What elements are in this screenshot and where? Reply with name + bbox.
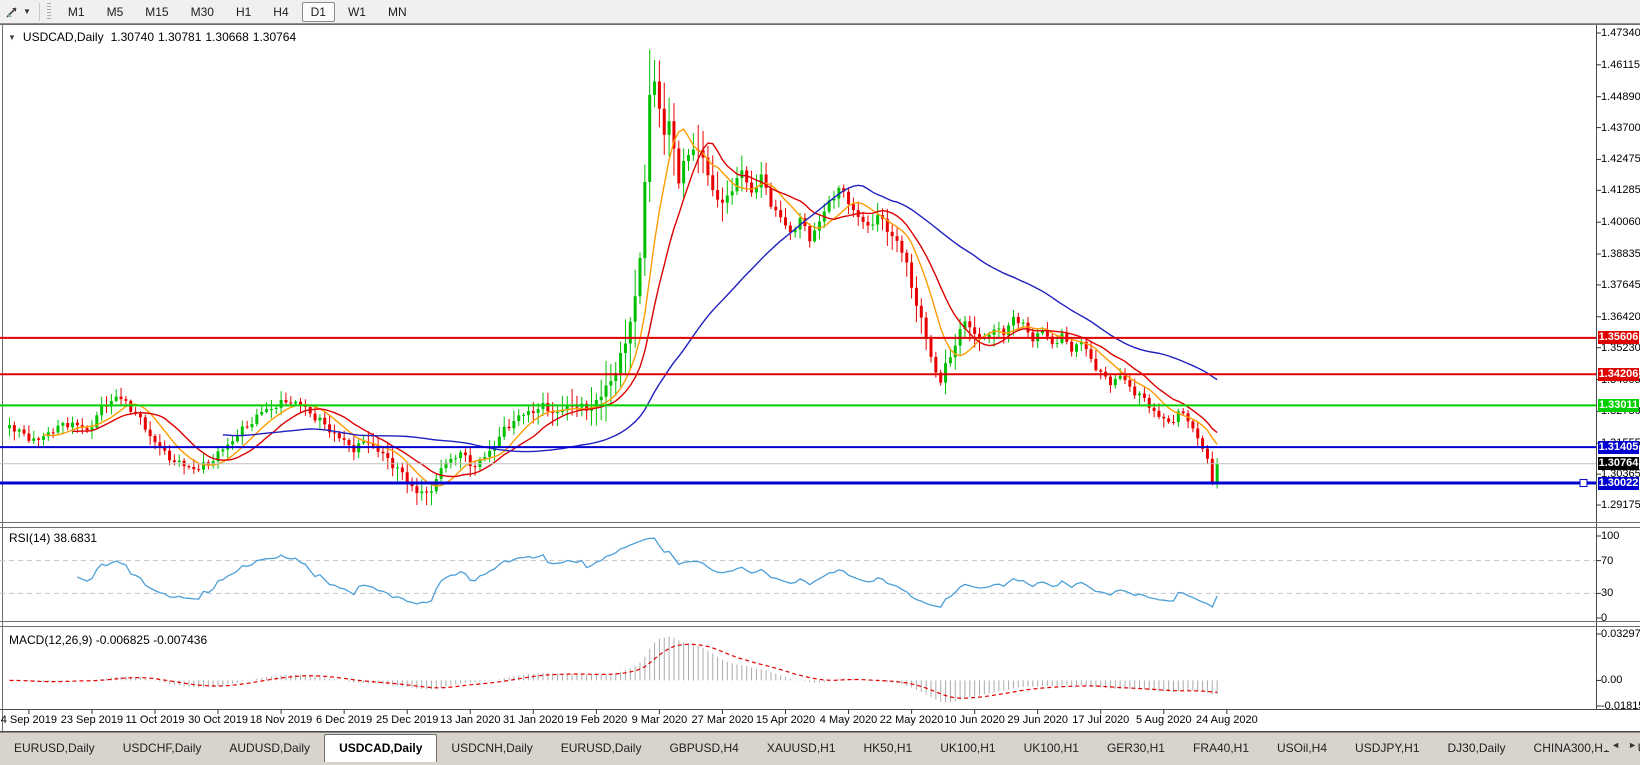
ma-line-45 xyxy=(222,184,1218,453)
timeframe-button-H1[interactable]: H1 xyxy=(227,2,260,22)
chart-tab-USDCAD-Daily[interactable]: USDCAD,Daily xyxy=(324,734,438,762)
chart-tab-USDCHF-Daily[interactable]: USDCHF,Daily xyxy=(109,737,216,760)
chart-tab-GBPUSD-H4[interactable]: GBPUSD,H4 xyxy=(655,737,752,760)
tab-scroll-left-icon[interactable]: ◄ xyxy=(1611,740,1620,750)
rsi-line xyxy=(77,537,1218,608)
chart-tab-UK100-H1[interactable]: UK100,H1 xyxy=(926,737,1009,760)
toolbar-separator xyxy=(38,2,40,21)
chart-tab-EURUSD-Daily[interactable]: EURUSD,Daily xyxy=(547,737,656,760)
chart-tab-XAUUSD-H1[interactable]: XAUUSD,H1 xyxy=(753,737,850,760)
timeframe-button-D1[interactable]: D1 xyxy=(301,1,335,22)
macd-signal-line xyxy=(9,643,1218,699)
timeframe-button-H4[interactable]: H4 xyxy=(264,2,297,22)
timeframe-toolbar: ▼ M1 M5 M15 M30 H1 H4 D1 W1 MN xyxy=(0,0,1640,24)
chart-tab-USOil-H4[interactable]: USOil,H4 xyxy=(1263,737,1341,760)
chart-tab-USDCNH-Daily[interactable]: USDCNH,Daily xyxy=(437,737,546,760)
timeframe-button-MN[interactable]: MN xyxy=(379,2,416,22)
timeframe-button-W1[interactable]: W1 xyxy=(339,2,375,22)
chart-tab-GER30-H1[interactable]: GER30,H1 xyxy=(1093,737,1179,760)
chart-tab-UK100-H1[interactable]: UK100,H1 xyxy=(1010,737,1093,760)
line-selection-handle[interactable] xyxy=(1579,479,1588,488)
chart-tab-DJ30-Daily[interactable]: DJ30,Daily xyxy=(1434,737,1520,760)
crosshair-cursor-icon[interactable] xyxy=(4,4,22,20)
macd-histogram xyxy=(13,636,1218,703)
toolbar-grip[interactable] xyxy=(46,3,51,20)
tool-dropdown-caret-icon[interactable]: ▼ xyxy=(23,7,31,16)
chart-tab-bar: EURUSD,Daily USDCHF,Daily AUDUSD,Daily USDC… xyxy=(0,732,1640,765)
timeframe-button-M30[interactable]: M30 xyxy=(182,2,223,22)
timeframe-button-M15[interactable]: M15 xyxy=(136,2,177,22)
chart-canvas[interactable] xyxy=(0,0,1640,765)
timeframe-button-M5[interactable]: M5 xyxy=(98,2,133,22)
tab-scroll-right-icon[interactable]: ► xyxy=(1628,740,1637,750)
chart-tab-AUDUSD-Daily[interactable]: AUDUSD,Daily xyxy=(215,737,324,760)
chart-tab-HK50-H1[interactable]: HK50,H1 xyxy=(850,737,927,760)
timeframe-button-M1[interactable]: M1 xyxy=(59,2,94,22)
ma-line-8 xyxy=(43,128,1218,487)
chart-tab-FRA40-H1[interactable]: FRA40,H1 xyxy=(1179,737,1263,760)
chart-tab-EURUSD-Daily[interactable]: EURUSD,Daily xyxy=(0,737,109,760)
chart-tab-USDJPY-H1[interactable]: USDJPY,H1 xyxy=(1341,737,1433,760)
